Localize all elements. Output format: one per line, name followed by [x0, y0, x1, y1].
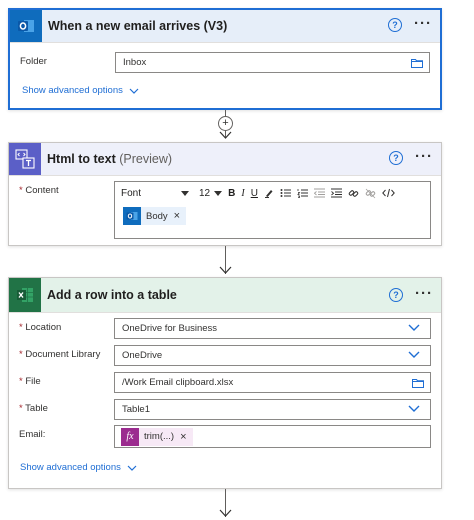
table-label-text: Table	[25, 403, 48, 414]
help-icon[interactable]: ?	[388, 18, 402, 32]
folder-icon[interactable]	[411, 58, 423, 71]
show-advanced-options-link[interactable]: Show advanced options	[20, 462, 137, 473]
required-mark: *	[19, 322, 23, 333]
close-icon[interactable]: ×	[180, 431, 186, 443]
outlook-icon	[123, 207, 141, 225]
trigger-card[interactable]: When a new email arrives (V3) ? ··· Fold…	[8, 8, 442, 110]
show-advanced-options-link[interactable]: Show advanced options	[22, 85, 139, 96]
more-icon[interactable]: ···	[415, 285, 433, 302]
caret-down-icon	[181, 190, 189, 196]
help-icon[interactable]: ?	[389, 288, 403, 302]
required-mark: *	[19, 349, 23, 360]
chevron-down-icon	[408, 405, 420, 412]
table-value: Table1	[122, 404, 150, 415]
increase-indent-icon[interactable]	[330, 188, 342, 198]
file-value: /Work Email clipboard.xlsx	[122, 377, 234, 388]
font-select-label: Font	[121, 187, 142, 199]
folder-row: Folder Inbox	[20, 52, 430, 74]
body-token[interactable]: Body ×	[123, 207, 187, 225]
location-label-text: Location	[25, 322, 62, 333]
folder-field[interactable]: Inbox	[115, 52, 430, 73]
trigger-card-header[interactable]: When a new email arrives (V3) ? ···	[10, 10, 440, 43]
table-dropdown[interactable]: Table1	[114, 399, 431, 420]
html-to-text-title: Html to text (Preview)	[41, 152, 172, 166]
document-library-row: * Document Library OneDrive	[19, 345, 431, 367]
chevron-down-icon	[127, 465, 137, 471]
arrow-down-icon	[219, 131, 232, 139]
email-row: Email: fx trim(...) ×	[19, 425, 431, 449]
excel-icon	[9, 278, 41, 312]
required-mark: *	[19, 376, 23, 387]
document-library-value: OneDrive	[122, 350, 163, 361]
font-size-select[interactable]: 12	[199, 187, 223, 199]
arrow-down-icon	[219, 266, 232, 274]
underline-icon[interactable]: U	[251, 188, 258, 199]
document-library-label-text: Document Library	[25, 349, 101, 360]
html-to-text-header[interactable]: Html to text (Preview) ? ···	[9, 143, 441, 176]
content-editor[interactable]: Font 12 B I U Body ×	[114, 181, 431, 239]
content-label-text: Content	[25, 185, 59, 196]
bullet-list-icon[interactable]	[280, 188, 291, 198]
expression-icon: fx	[121, 427, 139, 446]
arrow-down-icon	[219, 509, 232, 517]
numbered-list-icon[interactable]	[297, 188, 308, 198]
document-library-dropdown[interactable]: OneDrive	[114, 345, 431, 366]
email-field[interactable]: fx trim(...) ×	[114, 425, 431, 448]
show-advanced-label: Show advanced options	[20, 462, 121, 473]
help-icon[interactable]: ?	[389, 151, 403, 165]
file-row: * File /Work Email clipboard.xlsx	[19, 372, 431, 394]
file-label-text: File	[25, 376, 41, 387]
trigger-title: When a new email arrives (V3)	[48, 19, 228, 33]
location-value: OneDrive for Business	[122, 323, 218, 334]
outlook-icon	[10, 10, 42, 42]
font-size-value: 12	[199, 187, 211, 199]
folder-icon[interactable]	[412, 378, 424, 391]
caret-down-icon	[214, 190, 223, 196]
chevron-down-icon	[408, 324, 420, 331]
location-dropdown[interactable]: OneDrive for Business	[114, 318, 431, 339]
folder-label: Folder	[20, 56, 47, 67]
table-row-field: * Table Table1	[19, 399, 431, 421]
html-to-text-title-main: Html to text	[47, 152, 116, 166]
content-label: * Content	[19, 185, 59, 196]
close-icon[interactable]: ×	[174, 210, 180, 222]
folder-value: Inbox	[123, 57, 147, 68]
add-row-card[interactable]: Add a row into a table ? ··· * Location …	[8, 277, 442, 489]
email-label: Email:	[19, 429, 46, 440]
bold-icon[interactable]: B	[228, 188, 235, 199]
italic-icon[interactable]: I	[241, 188, 244, 199]
document-library-label: * Document Library	[19, 349, 100, 360]
body-token-label: Body	[146, 210, 168, 222]
add-row-title: Add a row into a table	[47, 288, 177, 302]
unlink-icon[interactable]	[365, 188, 376, 199]
decrease-indent-icon[interactable]	[313, 188, 325, 198]
required-mark: *	[19, 185, 23, 196]
link-icon[interactable]	[348, 188, 359, 199]
file-field[interactable]: /Work Email clipboard.xlsx	[114, 372, 431, 393]
more-icon[interactable]: ···	[414, 15, 432, 32]
html-to-text-card[interactable]: Html to text (Preview) ? ··· * Content F…	[8, 142, 442, 246]
location-label: * Location	[19, 322, 61, 333]
table-label: * Table	[19, 403, 48, 414]
chevron-down-icon	[129, 88, 139, 94]
add-row-header[interactable]: Add a row into a table ? ···	[9, 278, 441, 313]
highlight-icon[interactable]	[264, 188, 274, 198]
chevron-down-icon	[408, 351, 420, 358]
html-to-text-title-suffix: (Preview)	[119, 152, 173, 166]
show-advanced-label: Show advanced options	[22, 85, 123, 96]
more-icon[interactable]: ···	[415, 148, 433, 165]
html-to-text-icon	[9, 143, 41, 175]
location-row: * Location OneDrive for Business	[19, 318, 431, 340]
required-mark: *	[19, 403, 23, 414]
font-select[interactable]: Font	[121, 188, 189, 199]
trim-token-label: trim(...)	[144, 431, 175, 442]
file-label: * File	[19, 376, 41, 387]
add-step-icon[interactable]: +	[218, 116, 233, 131]
code-view-icon[interactable]	[382, 188, 395, 198]
trim-expression-token[interactable]: fx trim(...) ×	[121, 427, 193, 446]
editor-toolbar: Font 12 B I U	[115, 182, 430, 204]
